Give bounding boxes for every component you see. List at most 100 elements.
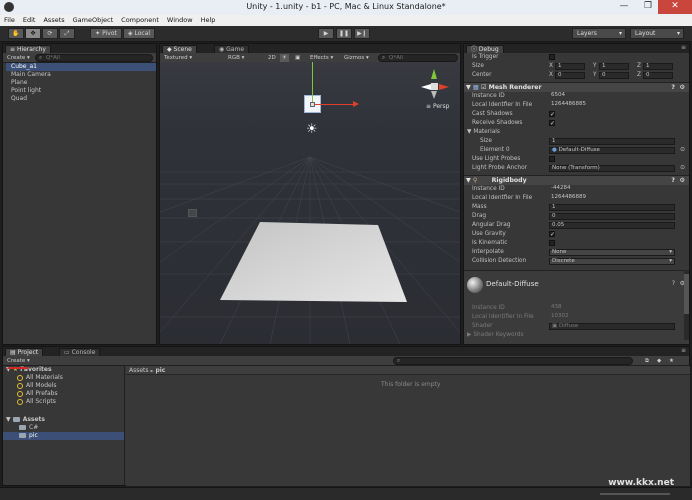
center-y-field[interactable]: 0	[599, 72, 629, 79]
asset-folder-csharp[interactable]: C#	[19, 424, 38, 432]
size-z-field[interactable]: 1	[643, 63, 673, 70]
pivot-toggle[interactable]: ✦ Pivot	[90, 28, 122, 39]
gizmos-dropdown[interactable]: Gizmos ▾	[342, 54, 371, 62]
fav-all-models[interactable]: All Models	[17, 382, 57, 390]
light-icon[interactable]: ☀	[306, 123, 318, 136]
star-icon[interactable]: ★	[667, 357, 676, 365]
receive-shadows-checkbox[interactable]: ✓	[549, 120, 555, 127]
scale-tool-button[interactable]: ⤢	[59, 28, 75, 39]
assets-root[interactable]: ▼ Assets	[6, 416, 45, 424]
hierarchy-item-point-light[interactable]: Point light	[11, 87, 41, 95]
breadcrumb-assets[interactable]: Assets	[129, 367, 149, 374]
hierarchy-create-button[interactable]: Create ▾	[5, 54, 32, 62]
gizmo-center-cube-icon[interactable]	[431, 83, 438, 90]
menu-assets[interactable]: Assets	[39, 15, 68, 26]
2d-toggle[interactable]: 2D	[266, 54, 278, 62]
mesh-renderer-header[interactable]: ▼ ▦ ☑ Mesh Renderer ? ⚙	[464, 82, 689, 92]
menu-help[interactable]: Help	[197, 15, 220, 26]
help-icon[interactable]: ?	[672, 280, 675, 287]
tab-hierarchy[interactable]: ≡ Hierarchy	[5, 45, 51, 53]
drag-field[interactable]: 0	[549, 213, 675, 220]
fav-all-scripts[interactable]: All Scripts	[17, 398, 56, 406]
gizmo-x-axis-icon[interactable]	[313, 104, 355, 105]
menu-edit[interactable]: Edit	[19, 15, 40, 26]
inspector-scrollbar[interactable]	[684, 270, 689, 340]
object-picker-icon[interactable]: ⊙	[680, 146, 685, 155]
persp-label[interactable]: ≡ Persp	[426, 103, 449, 110]
gizmo-down-cone-icon[interactable]	[431, 91, 437, 99]
scene-viewport[interactable]: ☀ ≡ Persp	[160, 62, 460, 344]
project-create-button[interactable]: Create ▾	[5, 357, 32, 365]
rb-local-id-field[interactable]: 1264486889	[549, 194, 675, 202]
rigidbody-header[interactable]: ▼ ⚲ Rigidbody ? ⚙	[464, 175, 689, 185]
is-trigger-checkbox[interactable]	[549, 54, 555, 60]
size-x-field[interactable]: 1	[555, 63, 585, 70]
maximize-button[interactable]: ❐	[636, 0, 660, 14]
hierarchy-item-cube[interactable]: Cube_a1	[6, 63, 156, 71]
layers-dropdown[interactable]: Layers ▾	[572, 28, 626, 39]
size-y-field[interactable]: 1	[599, 63, 629, 70]
hierarchy-item-quad[interactable]: Quad	[11, 95, 27, 103]
fav-all-prefabs[interactable]: All Prefabs	[17, 390, 58, 398]
rotate-tool-button[interactable]: ⟳	[42, 28, 58, 39]
tab-scene[interactable]: ◆ Scene	[162, 45, 197, 53]
angular-drag-field[interactable]: 0.05	[549, 222, 675, 229]
menu-gameobject[interactable]: GameObject	[69, 15, 118, 26]
layout-dropdown[interactable]: Layout ▾	[630, 28, 684, 39]
collision-detection-dropdown[interactable]: Discrete ▾	[549, 258, 675, 265]
element0-field[interactable]: ● Default-Diffuse	[549, 147, 675, 154]
scene-search-input[interactable]: ⌕ Q*All	[378, 54, 458, 62]
fav-all-materials[interactable]: All Materials	[17, 374, 63, 382]
interpolate-dropdown[interactable]: None ▾	[549, 249, 675, 256]
tab-project[interactable]: ▤ Project	[5, 348, 44, 356]
close-button[interactable]: ✕	[658, 0, 692, 14]
center-x-field[interactable]: 0	[555, 72, 585, 79]
step-button[interactable]: ▶❙	[354, 28, 370, 39]
mr-instance-id-field[interactable]: 6504	[549, 92, 675, 100]
gizmo-y-cone-icon[interactable]	[431, 69, 437, 79]
filter-type-icon[interactable]: ⧉	[643, 357, 651, 365]
menu-file[interactable]: File	[0, 15, 19, 26]
render-mode-dropdown[interactable]: RGB ▾	[226, 54, 246, 62]
menu-window[interactable]: Window	[163, 15, 197, 26]
hierarchy-search-input[interactable]: ⌕ Q*All	[35, 54, 153, 62]
mesh-renderer-enabled-checkbox[interactable]: ☑	[481, 84, 487, 91]
center-z-field[interactable]: 0	[643, 72, 673, 79]
shading-mode-dropdown[interactable]: Textured ▾	[162, 54, 206, 62]
tab-debug[interactable]: ⓘ Debug	[466, 45, 504, 53]
audio-toggle[interactable]: ▣	[293, 54, 302, 62]
menu-component[interactable]: Component	[117, 15, 163, 26]
materials-row[interactable]: ▼ Materials	[464, 128, 689, 137]
tab-console[interactable]: ▭ Console	[59, 348, 101, 356]
rb-instance-id-field[interactable]: -44284	[549, 185, 675, 193]
materials-size-field[interactable]: 1	[549, 138, 675, 145]
thumbnail-size-slider[interactable]	[600, 493, 670, 495]
mr-local-id-field[interactable]: 1264486885	[549, 101, 675, 109]
panel-menu-icon[interactable]: ≡	[681, 347, 686, 354]
hierarchy-item-plane[interactable]: Plane	[11, 79, 27, 87]
gizmo-y-axis-icon[interactable]	[312, 62, 313, 105]
breadcrumb-pic[interactable]: pic	[155, 367, 165, 374]
gizmo-z-cone-icon[interactable]	[421, 84, 431, 90]
gizmo-x-arrow-icon[interactable]	[353, 101, 359, 107]
mass-field[interactable]: 1	[549, 204, 675, 211]
pause-button[interactable]: ❚❚	[336, 28, 352, 39]
hierarchy-item-main-camera[interactable]: Main Camera	[11, 71, 51, 79]
use-gravity-checkbox[interactable]: ✓	[549, 231, 555, 238]
cast-shadows-checkbox[interactable]: ✓	[549, 111, 555, 118]
gizmo-x-cone-icon[interactable]	[439, 84, 449, 90]
inspector-scrollbar-thumb[interactable]	[684, 274, 689, 314]
quad-object[interactable]	[188, 209, 197, 217]
play-button[interactable]: ▶	[318, 28, 334, 39]
probe-anchor-field[interactable]: None (Transform)	[549, 165, 675, 172]
move-tool-button[interactable]: ✥	[25, 28, 41, 39]
local-toggle[interactable]: ◈ Local	[123, 28, 155, 39]
object-picker-icon[interactable]: ⊙	[680, 164, 685, 173]
panel-menu-icon[interactable]: ≡	[681, 44, 686, 51]
effects-dropdown[interactable]: Effects ▾	[308, 54, 335, 62]
filter-label-icon[interactable]: ◆	[655, 357, 663, 365]
lighting-toggle[interactable]: ☀	[280, 54, 289, 62]
tab-game[interactable]: ◉ Game	[214, 45, 250, 53]
gizmo-center-handle[interactable]	[310, 102, 315, 107]
light-probes-checkbox[interactable]	[549, 156, 555, 162]
